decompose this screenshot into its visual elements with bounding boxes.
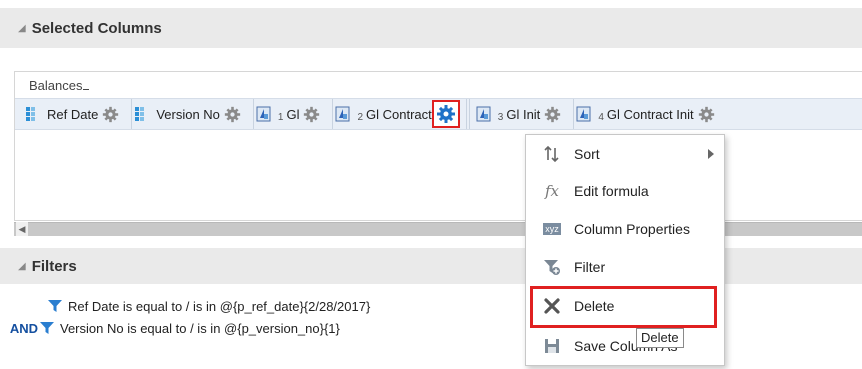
column-version-no[interactable]: Version No xyxy=(134,99,254,129)
filters-header[interactable]: ◢ Filters xyxy=(0,248,862,284)
attribute-column-icon xyxy=(25,106,41,122)
funnel-icon xyxy=(48,299,62,313)
attribute-column-icon xyxy=(134,106,150,122)
gear-icon[interactable] xyxy=(544,106,561,123)
collapse-triangle-icon[interactable]: ◢ xyxy=(18,261,26,272)
selected-columns-header[interactable]: ◢ Selected Columns xyxy=(0,8,862,48)
filter-connector[interactable]: AND xyxy=(0,321,38,336)
column-strip: Ref Date Version No 1 Gl 2 Gl Contract 3… xyxy=(15,98,862,130)
measure-column-icon xyxy=(576,106,592,122)
column-gl-contract[interactable]: 2 Gl Contract xyxy=(335,99,467,129)
filter-text[interactable]: Ref Date is equal to / is in @{p_ref_dat… xyxy=(68,299,370,314)
menu-item-label: Sort xyxy=(574,146,600,162)
column-ref-date[interactable]: Ref Date xyxy=(25,99,133,129)
column-label: Ref Date xyxy=(47,106,99,122)
gear-icon[interactable] xyxy=(303,106,320,123)
gear-icon[interactable] xyxy=(224,106,241,123)
column-index: 3 xyxy=(497,111,504,123)
measure-column-icon xyxy=(335,106,351,122)
column-gl-init[interactable]: 3 Gl Init xyxy=(468,99,575,129)
xyz-icon: xyz xyxy=(543,223,561,235)
menu-item-sort[interactable]: Sort xyxy=(526,135,724,173)
column-label: Gl Contract Init xyxy=(606,106,694,122)
column-label: Gl Init xyxy=(506,106,541,122)
selected-columns-title: Selected Columns xyxy=(31,19,162,37)
subject-area-label: Balances xyxy=(29,78,89,93)
gear-icon xyxy=(436,104,456,124)
funnel-icon xyxy=(40,321,54,335)
menu-item-label: Filter xyxy=(574,259,606,275)
delete-tooltip: Delete xyxy=(636,328,684,348)
fx-icon: fx xyxy=(544,182,559,200)
submenu-arrow-icon xyxy=(708,149,714,159)
gear-icon[interactable] xyxy=(698,106,715,123)
save-icon xyxy=(542,336,562,356)
horizontal-scrollbar[interactable]: ◀ xyxy=(14,222,862,236)
filter-text[interactable]: Version No is equal to / is in @{p_versi… xyxy=(60,321,340,336)
sort-icon xyxy=(542,144,562,164)
measure-column-icon xyxy=(256,106,272,122)
filter-row[interactable]: Ref Date is equal to / is in @{p_ref_dat… xyxy=(0,296,370,316)
column-index: 2 xyxy=(357,111,364,123)
gear-icon[interactable] xyxy=(102,106,119,123)
column-label: Gl Contract xyxy=(366,106,432,122)
menu-item-label: Column Properties xyxy=(574,221,690,237)
column-index: 1 xyxy=(277,111,284,123)
menu-item-column-properties[interactable]: xyz Column Properties xyxy=(526,210,724,248)
column-label: Version No xyxy=(156,106,220,122)
menu-item-save-column-as[interactable]: Save Column As xyxy=(526,327,724,365)
menu-item-edit-formula[interactable]: fx Edit formula xyxy=(526,172,724,210)
menu-item-label: Edit formula xyxy=(574,183,649,199)
filter-row[interactable]: AND Version No is equal to / is in @{p_v… xyxy=(0,318,340,338)
column-gl[interactable]: 1 Gl xyxy=(256,99,334,129)
column-context-menu: Sort fx Edit formula xyz Column Properti… xyxy=(525,134,725,366)
menu-item-filter[interactable]: Filter xyxy=(526,248,724,286)
column-gl-contract-init[interactable]: 4 Gl Contract Init xyxy=(576,99,726,129)
filters-title: Filters xyxy=(31,257,77,275)
active-column-gear-button[interactable] xyxy=(431,100,460,128)
collapse-triangle-icon[interactable]: ◢ xyxy=(18,23,26,34)
delete-highlight-box xyxy=(530,286,717,328)
measure-column-icon xyxy=(476,106,492,122)
column-index: 4 xyxy=(598,111,604,123)
columns-panel: Balances Ref Date Version No 1 Gl 2 Gl C… xyxy=(14,71,862,221)
scroll-left-arrow-icon[interactable]: ◀ xyxy=(16,222,28,236)
column-label: Gl xyxy=(286,106,300,122)
filter-add-icon xyxy=(542,257,562,277)
